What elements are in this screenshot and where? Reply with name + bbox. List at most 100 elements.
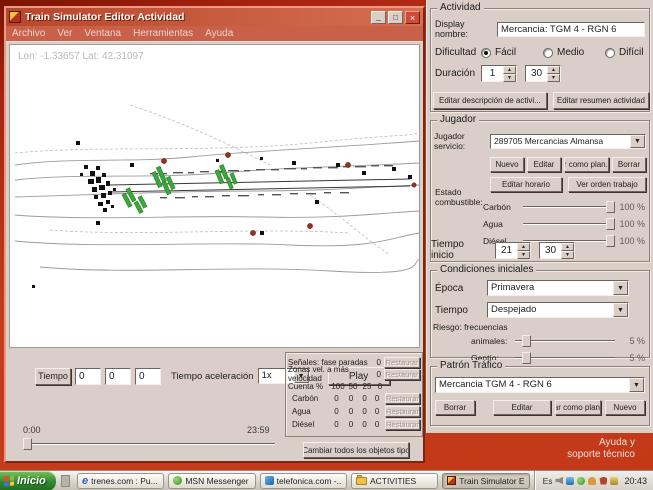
updates-icon[interactable] [610, 477, 618, 485]
taskbar-button-trainsim[interactable]: Train Simulator Ed... [442, 473, 529, 489]
change-objects-button[interactable]: Cambiar todos los objetos tipo [303, 442, 409, 458]
diesel-slider-thumb[interactable] [606, 235, 615, 247]
menu-archivo[interactable]: Archivo [12, 28, 45, 39]
time-field-m[interactable]: 0 [105, 368, 131, 385]
timeline-slider-thumb[interactable] [23, 438, 32, 450]
ver-orden-trabajo-button[interactable]: Ver orden trabajo [568, 177, 646, 192]
network-icon[interactable] [566, 477, 574, 485]
time-field-s[interactable]: 0 [135, 368, 161, 385]
patron-borrar-button[interactable]: Borrar [435, 400, 475, 415]
jugador-servicio-combo[interactable]: 289705 Mercancias Almansa ▼ [490, 134, 646, 149]
spin-down-icon[interactable]: ▼ [547, 74, 560, 82]
radio-medio-icon[interactable] [543, 48, 553, 58]
maximize-button[interactable]: □ [388, 11, 403, 24]
chevron-down-icon[interactable]: ▼ [629, 378, 644, 392]
carbon-slider-thumb[interactable] [606, 201, 615, 213]
spin-up-icon[interactable]: ▲ [561, 243, 574, 251]
spin-down-icon[interactable]: ▼ [517, 251, 530, 259]
hora-inicio-spinner[interactable]: 21 ▲▼ [495, 242, 531, 259]
agua-slider[interactable] [523, 217, 615, 231]
patron-nuevo-button[interactable]: Nuevo [605, 400, 645, 415]
taskbar-button-trenes[interactable]: e trenes.com : Pu... [77, 473, 164, 489]
fuel-cell: 0 [329, 394, 344, 403]
carbon-slider[interactable] [523, 200, 615, 214]
stat-signals-value: 0 [371, 358, 381, 367]
gentio-slider-thumb[interactable] [522, 352, 531, 364]
servicio-borrar-button[interactable]: Borrar [612, 157, 646, 172]
fuel-cell: 0 [344, 407, 358, 416]
radio-facil-icon[interactable] [481, 48, 491, 58]
editar-horario-button[interactable]: Editar horario [490, 177, 562, 192]
route-map-canvas[interactable]: Lon: -1.33657 Lat: 42.31097 [9, 44, 420, 348]
epoca-combo[interactable]: Primavera ▼ [487, 280, 629, 296]
patron-editar-button[interactable]: Editar [493, 400, 551, 415]
quicklaunch-icon[interactable] [61, 475, 70, 487]
fuel-row-label: Carbón [288, 394, 329, 403]
servicio-plantilla-button[interactable]: Usar como plan. Tr... [564, 157, 609, 172]
desktop-help-text: Ayuda y soporte técnico [567, 437, 635, 461]
agua-slider-thumb[interactable] [606, 218, 615, 230]
app-icon [9, 11, 21, 23]
menu-herramientas[interactable]: Herramientas [133, 28, 193, 39]
radio-dificil-icon[interactable] [605, 48, 615, 58]
display-name-input[interactable]: Mercancia: TGM 4 - RGN 6 [497, 22, 645, 37]
gentio-slider[interactable] [515, 351, 615, 365]
fuel-cell: 0 [371, 394, 383, 403]
duracion-minutes-spinner[interactable]: 30 ▲▼ [525, 65, 561, 82]
volume-icon[interactable] [555, 477, 563, 485]
chevron-down-icon[interactable]: ▼ [613, 281, 628, 295]
menu-ver[interactable]: Ver [57, 28, 72, 39]
radio-dificil[interactable]: Difícil [605, 47, 643, 58]
chevron-down-icon[interactable]: ▼ [613, 303, 628, 317]
taskbar-clock[interactable]: 20:43 [624, 476, 647, 486]
timeline-slider[interactable] [23, 437, 275, 451]
servicio-editar-button[interactable]: Editar [527, 157, 561, 172]
tiempo-button[interactable]: Tiempo [35, 368, 71, 385]
taskbar-button-msn[interactable]: MSN Messenger [168, 473, 255, 489]
tiempo-clima-label: Tiempo [435, 305, 487, 316]
start-button[interactable]: Inicio [0, 471, 56, 490]
stat-speedzones-reset-button[interactable]: Restaurar [384, 369, 420, 380]
servicio-nuevo-button[interactable]: Nuevo [490, 157, 524, 172]
fuel-reset-button[interactable]: Restaurar [385, 393, 420, 404]
tiempo-clima-combo[interactable]: Despejado ▼ [487, 302, 629, 318]
animales-slider[interactable] [515, 334, 615, 348]
menu-ventana[interactable]: Ventana [84, 28, 121, 39]
radio-medio[interactable]: Medio [543, 47, 605, 58]
minimize-button[interactable]: _ [371, 11, 386, 24]
patron-plantilla-button[interactable]: Usar como plantilla [555, 400, 601, 415]
desktop-help-line1: Ayuda y [567, 437, 635, 449]
menu-bar: Archivo Ver Ventana Herramientas Ayuda [6, 26, 423, 42]
stat-signals-reset-button[interactable]: Restaurar [384, 357, 420, 368]
spin-up-icon[interactable]: ▲ [503, 66, 516, 74]
spin-down-icon[interactable]: ▼ [561, 251, 574, 259]
animales-slider-thumb[interactable] [522, 335, 531, 347]
edit-description-button[interactable]: Editar descripción de activi... [433, 92, 547, 109]
webpage-icon [265, 476, 274, 485]
right-panel: Actividad Display nombre: Mercancia: TGM… [426, 0, 653, 433]
spin-up-icon[interactable]: ▲ [547, 66, 560, 74]
close-button[interactable]: × [405, 11, 420, 24]
spin-down-icon[interactable]: ▼ [503, 74, 516, 82]
spin-up-icon[interactable]: ▲ [517, 243, 530, 251]
edit-summary-button[interactable]: Editar resumen actividad [553, 92, 649, 109]
tiempo-clima-value: Despejado [488, 303, 613, 317]
security-icon[interactable] [599, 477, 607, 485]
language-indicator[interactable]: Es [543, 476, 553, 486]
fuel-row-label: Agua [288, 407, 329, 416]
messenger-tray-icon[interactable] [577, 477, 585, 485]
radio-facil[interactable]: Fácil [481, 47, 543, 58]
patron-combo[interactable]: Mercancia TGM 4 - RGN 6 ▼ [435, 377, 645, 393]
fuel-reset-button[interactable]: Restaurar [385, 406, 420, 417]
duracion-hours-spinner[interactable]: 1 ▲▼ [481, 65, 517, 82]
menu-ayuda[interactable]: Ayuda [205, 28, 233, 39]
taskbar-button-label: MSN Messenger [185, 476, 248, 486]
time-field-h[interactable]: 0 [75, 368, 101, 385]
user-icon[interactable] [588, 477, 596, 485]
chevron-down-icon[interactable]: ▼ [630, 135, 645, 148]
fuel-reset-button[interactable]: Restaurar [385, 419, 420, 430]
taskbar-button-label: ACTIVITIES [370, 476, 416, 486]
taskbar-button-activities[interactable]: ACTIVITIES [351, 473, 438, 489]
minuto-inicio-spinner[interactable]: 30 ▲▼ [539, 242, 575, 259]
taskbar-button-telefonica[interactable]: telefonica.com -... [260, 473, 347, 489]
